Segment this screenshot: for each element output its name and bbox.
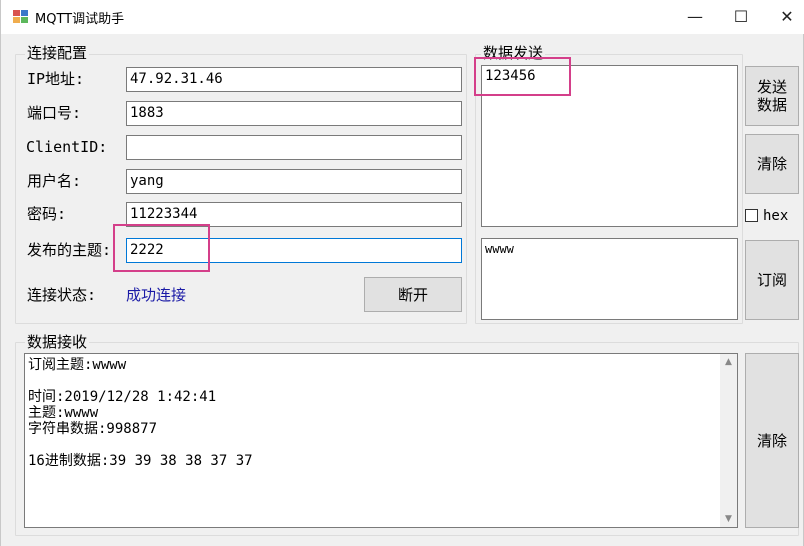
hex-label: hex xyxy=(763,208,789,224)
title-bar[interactable]: MQTT调试助手 — ☐ ✕ xyxy=(1,0,804,34)
username-input[interactable]: yang xyxy=(126,169,462,194)
subscribe-button[interactable]: 订阅 xyxy=(745,240,799,320)
clear-receive-button[interactable]: 清除 xyxy=(745,353,799,528)
app-window: MQTT调试助手 — ☐ ✕ 连接配置 IP地址: 47.92.31.46 端口… xyxy=(0,0,804,546)
status-value: 成功连接 xyxy=(126,286,187,304)
receive-textarea[interactable]: 订阅主题:wwww 时间:2019/12/28 1:42:41 主题:wwww … xyxy=(24,353,738,528)
minimize-button[interactable]: — xyxy=(673,0,717,34)
connection-config-label: 连接配置 xyxy=(25,44,90,62)
topic-label: 发布的主题: xyxy=(27,241,112,259)
password-label: 密码: xyxy=(27,205,67,223)
clear-send-button[interactable]: 清除 xyxy=(745,134,799,194)
subscribe-topic-textarea[interactable]: wwww xyxy=(481,238,738,320)
disconnect-button[interactable]: 断开 xyxy=(364,277,462,312)
data-receive-label: 数据接收 xyxy=(25,333,90,351)
receive-scrollbar[interactable]: ▲ ▼ xyxy=(720,354,737,527)
send-data-button[interactable]: 发送 数据 xyxy=(745,66,799,126)
ip-input[interactable]: 47.92.31.46 xyxy=(126,67,462,92)
port-input[interactable]: 1883 xyxy=(126,101,462,126)
maximize-button[interactable]: ☐ xyxy=(719,0,763,34)
username-label: 用户名: xyxy=(27,172,82,190)
window-title: MQTT调试助手 xyxy=(35,12,125,27)
scroll-up-icon[interactable]: ▲ xyxy=(720,357,737,367)
close-button[interactable]: ✕ xyxy=(765,0,804,34)
clientid-input[interactable] xyxy=(126,135,462,160)
clientid-label: ClientID: xyxy=(26,138,108,156)
scroll-down-icon[interactable]: ▼ xyxy=(720,514,737,524)
send-highlight-box xyxy=(474,57,571,96)
status-label: 连接状态: xyxy=(27,286,97,304)
app-icon xyxy=(13,10,28,23)
ip-label: IP地址: xyxy=(27,70,85,88)
port-label: 端口号: xyxy=(27,104,82,122)
hex-checkbox[interactable] xyxy=(745,209,758,222)
topic-highlight-box xyxy=(113,224,210,272)
